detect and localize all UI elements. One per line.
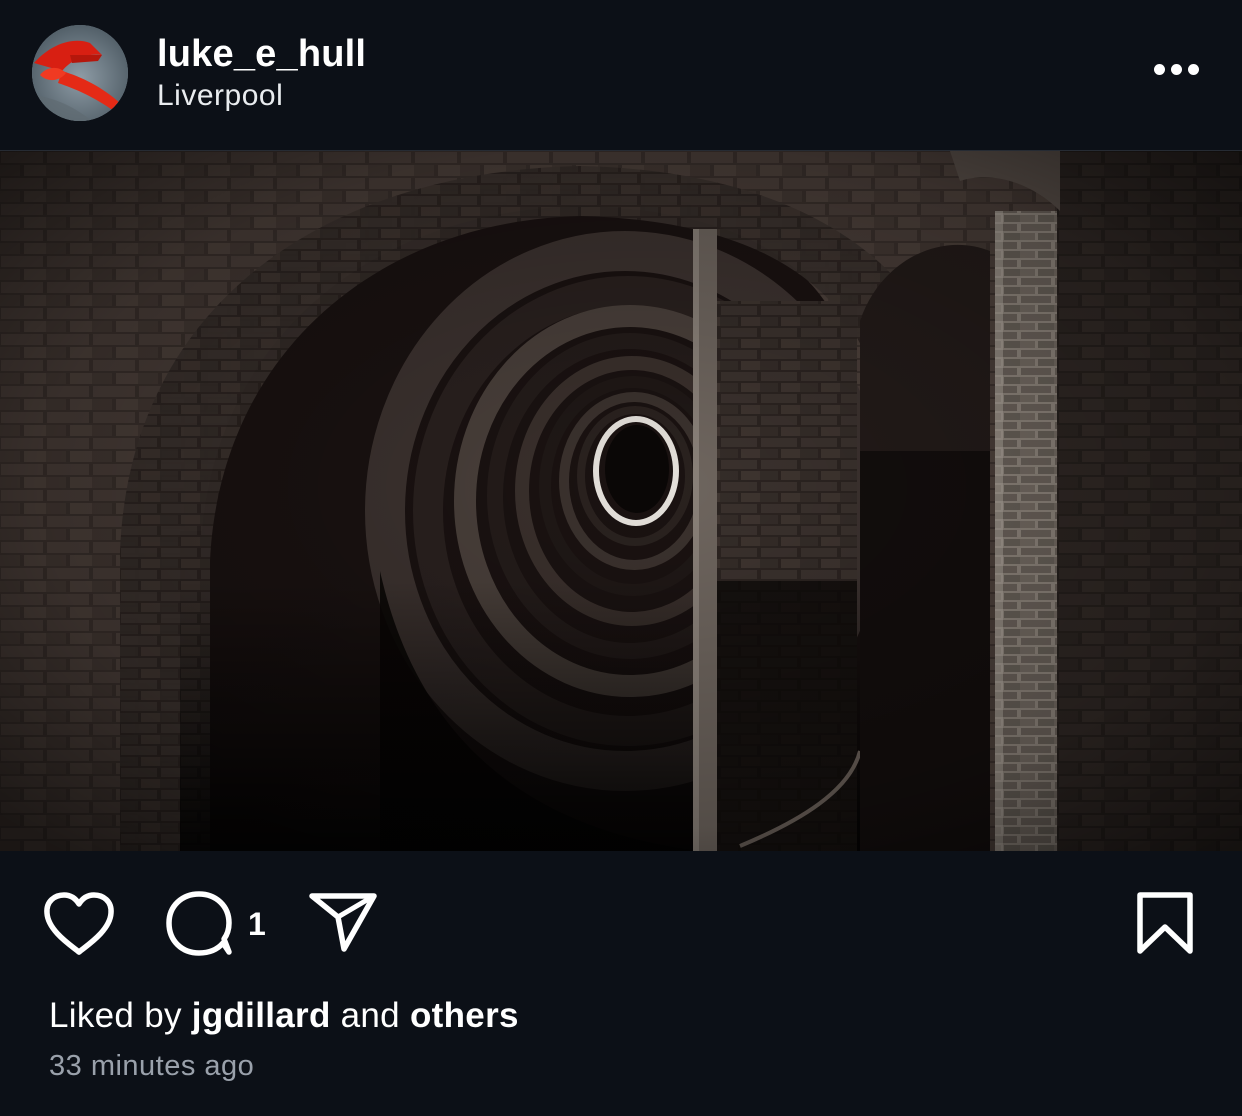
paper-plane-icon [309,893,377,952]
location[interactable]: Liverpool [157,79,283,113]
more-horizontal-icon [1154,64,1165,75]
likes-prefix: Liked by [49,996,182,1035]
more-horizontal-icon [1171,64,1182,75]
more-options-button[interactable] [1146,52,1206,88]
action-bar: 1 [0,851,1242,991]
comment-button[interactable] [163,889,237,959]
avatar-image [32,25,128,121]
comment-bubble-icon [166,891,232,956]
likes-summary[interactable]: Liked by jgdillard and others [49,996,519,1036]
likes-connector: and [340,996,400,1035]
post-timestamp: 33 minutes ago [49,1050,255,1082]
post-header: luke_e_hull Liverpool [0,0,1242,150]
post-photo[interactable] [0,151,1242,851]
save-button[interactable] [1134,891,1196,957]
share-button[interactable] [308,891,380,955]
post-card: luke_e_hull Liverpool 1 Liked by jgdilla… [0,0,1242,1116]
username[interactable]: luke_e_hull [157,33,366,76]
avatar[interactable] [32,25,128,121]
bookmark-icon [1137,892,1193,954]
like-button[interactable] [42,891,116,957]
comment-count[interactable]: 1 [248,906,266,943]
likes-others[interactable]: others [410,996,519,1035]
heart-icon [44,892,114,955]
more-horizontal-icon [1188,64,1199,75]
tunnel-photo [0,151,1242,851]
liker-username[interactable]: jgdillard [192,996,331,1035]
